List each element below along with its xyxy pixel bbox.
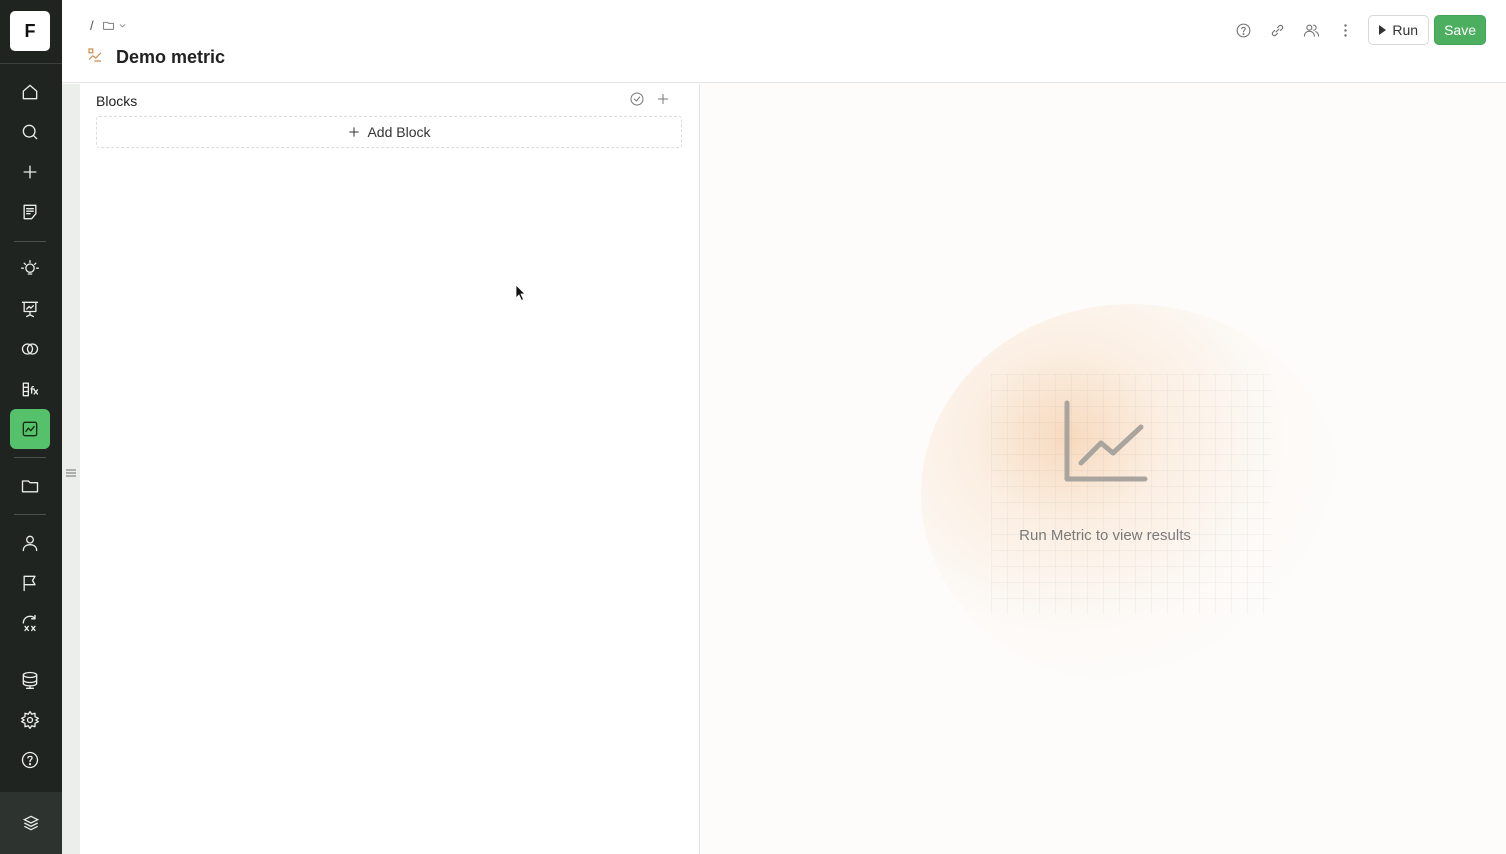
help-button[interactable]: [1226, 15, 1260, 45]
chevron-down-icon: [119, 24, 125, 28]
folder-icon: [102, 21, 114, 30]
lightbulb-icon: [21, 260, 39, 275]
plus-icon: [23, 165, 37, 179]
mouse-cursor-icon: [515, 284, 526, 302]
sidebar-item-segments[interactable]: [10, 329, 50, 369]
blocks-panel: Blocks Add Block: [80, 84, 700, 854]
stack-icon: [22, 815, 40, 831]
sidebar-divider: [0, 63, 62, 64]
more-options-button[interactable]: [1328, 15, 1362, 45]
sidebar-item-help[interactable]: [10, 740, 50, 780]
users-icon: [1303, 24, 1320, 37]
play-icon: [1379, 25, 1387, 35]
app-logo[interactable]: F: [10, 11, 50, 51]
panel-resize-handle[interactable]: [65, 465, 77, 477]
transform-icon: [22, 614, 36, 632]
metric-type-icon: [86, 46, 104, 69]
sidebar-item-data[interactable]: [10, 660, 50, 700]
add-block-label: Add Block: [367, 124, 431, 140]
sidebar-divider: [14, 514, 46, 515]
empty-results-message: Run Metric to view results: [1019, 527, 1191, 544]
sidebar-item-formulas[interactable]: [10, 369, 50, 409]
app-root: F / Demo metric Run Save Blocks Add Bloc…: [0, 0, 1506, 854]
page-title[interactable]: Demo metric: [116, 47, 225, 68]
sidebar: F: [0, 0, 62, 854]
share-button[interactable]: [1294, 15, 1328, 45]
run-button[interactable]: Run: [1368, 15, 1430, 45]
sidebar-divider: [14, 457, 46, 458]
help-icon: [1236, 23, 1251, 37]
sidebar-item-metrics[interactable]: [10, 409, 50, 449]
search-icon: [22, 124, 38, 140]
breadcrumb-folder-picker[interactable]: [102, 19, 127, 32]
page-header: / Demo metric Run Save: [62, 0, 1506, 83]
gear-icon: [21, 711, 39, 729]
save-button[interactable]: Save: [1434, 15, 1486, 45]
results-panel: Run Metric to view results: [701, 84, 1506, 854]
database-icon: [22, 671, 38, 689]
sidebar-item-settings[interactable]: [10, 700, 50, 740]
blocks-actions: [629, 91, 671, 107]
home-icon: [22, 84, 38, 100]
header-actions: Run Save: [1226, 15, 1486, 45]
overlap-circles-icon: [21, 343, 39, 355]
user-icon: [22, 535, 38, 552]
sidebar-item-presentations[interactable]: [10, 289, 50, 329]
plus-icon: [349, 127, 360, 137]
flag-icon: [23, 575, 36, 592]
presentation-icon: [21, 301, 39, 318]
sidebar-item-notes[interactable]: [10, 192, 50, 232]
sidebar-divider: [14, 241, 46, 242]
sidebar-item-transforms[interactable]: [10, 603, 50, 643]
notes-icon: [23, 204, 37, 220]
drag-handle-icon: [66, 469, 76, 477]
copy-link-button[interactable]: [1260, 15, 1294, 45]
sidebar-item-folders[interactable]: [10, 466, 50, 506]
title-row: Demo metric: [86, 46, 225, 69]
line-chart-icon: [1063, 399, 1149, 485]
sidebar-item-flags[interactable]: [10, 563, 50, 603]
breadcrumb: /: [90, 18, 127, 33]
sidebar-footer-button[interactable]: [0, 792, 62, 854]
formula-icon: [22, 382, 39, 397]
sidebar-item-users[interactable]: [10, 523, 50, 563]
check-circle-icon[interactable]: [629, 91, 645, 107]
blocks-title: Blocks: [96, 93, 138, 109]
metric-chart-icon: [22, 421, 38, 437]
breadcrumb-separator: /: [90, 18, 94, 33]
run-button-label: Run: [1392, 22, 1419, 38]
sidebar-item-insights[interactable]: [10, 249, 50, 289]
add-block-button[interactable]: Add Block: [96, 116, 682, 148]
more-vertical-icon: [1344, 23, 1347, 37]
sidebar-item-search[interactable]: [10, 112, 50, 152]
sidebar-item-home[interactable]: [10, 72, 50, 112]
help-icon: [21, 751, 39, 769]
folder-icon: [21, 480, 39, 493]
plus-icon[interactable]: [655, 91, 671, 107]
link-icon: [1271, 24, 1284, 36]
sidebar-item-new[interactable]: [10, 152, 50, 192]
